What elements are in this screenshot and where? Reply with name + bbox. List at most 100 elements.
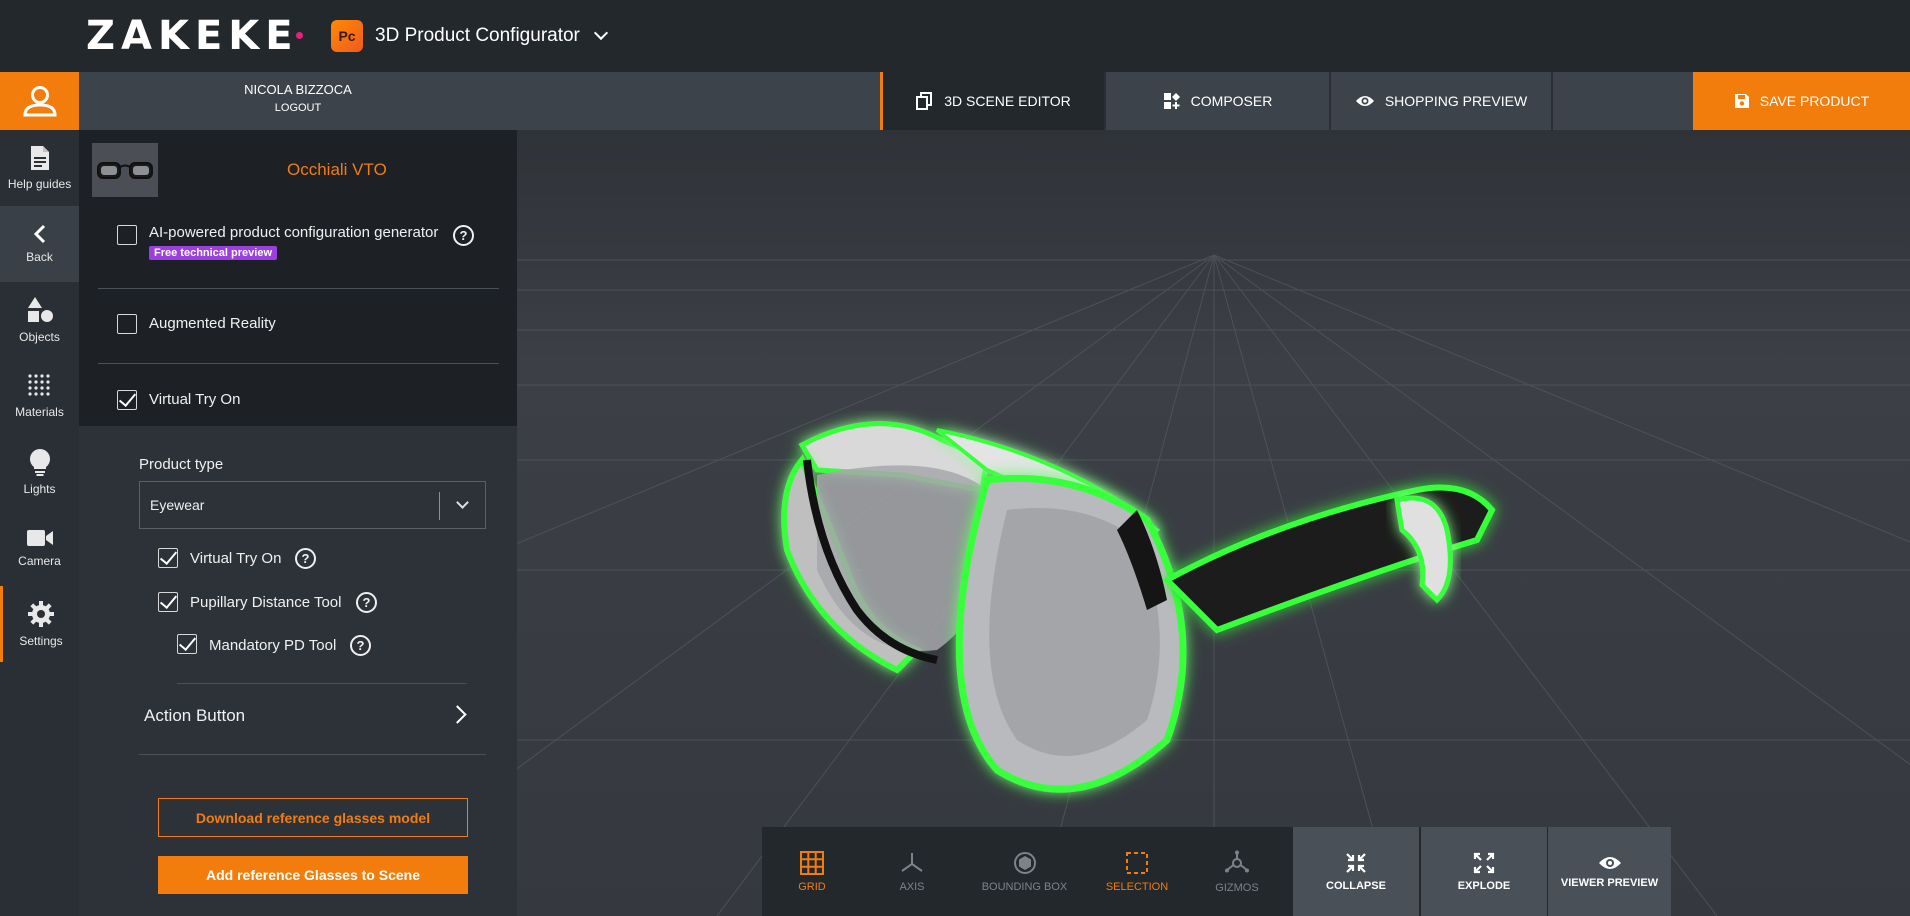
augmented-reality-label: Augmented Reality (149, 315, 276, 332)
viewer-preview-button[interactable]: VIEWER PREVIEW (1548, 827, 1671, 916)
help-icon[interactable]: ? (356, 592, 377, 613)
divider (177, 683, 467, 684)
bounding-box-toggle[interactable]: BOUNDING BOX (962, 827, 1087, 916)
camera-icon (26, 530, 53, 546)
rail-lights[interactable]: Lights (0, 434, 79, 510)
rail-settings[interactable]: Settings (0, 586, 79, 662)
pupillary-distance-checkbox[interactable] (158, 592, 178, 612)
mode-tabs: 3D SCENE EDITOR COMPOSER SHOPPING PREVIE… (517, 72, 1910, 130)
virtual-try-on-label: Virtual Try On (149, 391, 241, 408)
tab-composer[interactable]: COMPOSER (1106, 72, 1329, 130)
rail-label: Help guides (7, 177, 72, 191)
sub-virtual-try-on-label: Virtual Try On (190, 550, 282, 567)
chevron-right-icon (448, 705, 467, 724)
gear-icon (28, 601, 54, 627)
add-reference-button[interactable]: Add reference Glasses to Scene (158, 856, 468, 894)
logout-link[interactable]: LOGOUT (79, 102, 517, 114)
tab-shopping-preview[interactable]: SHOPPING PREVIEW (1331, 72, 1551, 130)
free-preview-badge: Free technical preview (149, 246, 277, 260)
rail-label: Camera (18, 554, 61, 568)
tool-label: VIEWER PREVIEW (1560, 876, 1659, 889)
mandatory-pd-label: Mandatory PD Tool (209, 637, 337, 654)
collapse-button[interactable]: COLLAPSE (1293, 827, 1419, 916)
rail-label: Objects (19, 330, 60, 344)
action-button-row[interactable]: Action Button (139, 690, 486, 740)
grid-toggle[interactable]: GRID (762, 827, 862, 916)
product-type-select[interactable]: Eyewear (139, 481, 486, 529)
chevron-down-icon (593, 25, 608, 41)
app-root: ZAKEKE Pc 3D Product Configurator Help g… (0, 0, 1910, 916)
help-icon[interactable]: ? (295, 548, 316, 569)
glasses-model[interactable] (781, 421, 1496, 793)
pupillary-distance-label: Pupillary Distance Tool (190, 594, 342, 611)
chevron-left-icon (33, 224, 45, 244)
tool-label: COLLAPSE (1326, 879, 1386, 892)
action-button-label: Action Button (144, 706, 246, 725)
save-product-button[interactable]: SAVE PRODUCT (1693, 72, 1910, 130)
selection-toggle[interactable]: SELECTION (1087, 827, 1187, 916)
help-icon[interactable]: ? (350, 635, 371, 656)
product-thumbnail[interactable] (92, 143, 158, 197)
pc-app-icon: Pc (331, 20, 363, 52)
ai-generator-checkbox[interactable] (117, 225, 137, 245)
selection-icon (1126, 851, 1148, 874)
rail-camera[interactable]: Camera (0, 510, 79, 586)
chevron-down-icon (456, 496, 469, 509)
rail-objects[interactable]: Objects (0, 282, 79, 358)
rail-label: Settings (19, 634, 63, 648)
rail-materials[interactable]: Materials (0, 358, 79, 434)
settings-panel: Occhiali VTO AI-powered product configur… (79, 130, 517, 916)
composer-icon (1163, 93, 1180, 109)
user-icon (22, 86, 57, 117)
eye-icon (1355, 96, 1374, 106)
save-icon (1734, 94, 1749, 108)
ai-generator-label: AI-powered product configuration generat… (149, 224, 439, 241)
augmented-reality-checkbox[interactable] (117, 314, 137, 334)
user-strip: NICOLA BIZZOCA LOGOUT (79, 72, 517, 130)
document-icon (30, 146, 49, 170)
explode-button[interactable]: EXPLODE (1421, 827, 1547, 916)
virtual-try-on-checkbox[interactable] (117, 390, 137, 410)
tool-label: SELECTION (1105, 880, 1169, 893)
mandatory-pd-checkbox[interactable] (177, 634, 197, 654)
rail-label: Materials (15, 405, 64, 419)
scene-canvas (517, 254, 1910, 916)
divider (98, 288, 499, 289)
zakeke-logo[interactable]: ZAKEKE (86, 14, 303, 58)
axis-toggle[interactable]: AXIS (862, 827, 962, 916)
sub-virtual-try-on-checkbox[interactable] (158, 548, 178, 568)
user-avatar-button[interactable] (0, 72, 89, 130)
user-name: NICOLA BIZZOCA (244, 82, 352, 97)
divider (139, 754, 486, 755)
dots-grid-icon (27, 374, 50, 396)
logo-dot (295, 32, 303, 39)
layers-icon (916, 92, 933, 110)
help-icon[interactable]: ? (453, 225, 474, 246)
3d-viewport[interactable] (517, 130, 1910, 916)
gizmos-toggle[interactable]: GIZMOS (1187, 827, 1287, 916)
download-reference-button[interactable]: Download reference glasses model (158, 798, 468, 837)
top-bar: ZAKEKE Pc 3D Product Configurator (0, 0, 1910, 72)
grid-icon (800, 850, 824, 875)
tab-label: 3D SCENE EDITOR (944, 93, 1071, 109)
tab-label: SHOPPING PREVIEW (1384, 93, 1528, 109)
app-switcher[interactable]: Pc 3D Product Configurator (331, 18, 608, 54)
tab-separator (1551, 72, 1553, 130)
shapes-icon (27, 297, 53, 322)
explode-icon (1473, 852, 1495, 873)
tool-label: BOUNDING BOX (981, 880, 1068, 893)
viewport-toolbar: GRID AXIS BOUNDING BOX SELECTION GIZMOS … (762, 827, 1671, 916)
tool-label: GRID (798, 880, 826, 893)
tool-label: EXPLODE (1457, 879, 1511, 892)
gizmos-icon (1225, 850, 1249, 872)
divider (98, 363, 499, 364)
app-name: 3D Product Configurator (375, 25, 580, 46)
axis-icon (901, 852, 923, 872)
rail-back[interactable]: Back (0, 206, 79, 282)
tab-3d-scene-editor[interactable]: 3D SCENE EDITOR (880, 72, 1104, 130)
save-label: SAVE PRODUCT (1759, 93, 1870, 109)
collapse-icon (1346, 852, 1366, 873)
tab-label: COMPOSER (1190, 93, 1273, 109)
bounding-box-icon (1013, 851, 1036, 874)
rail-help-guides[interactable]: Help guides (0, 130, 79, 206)
